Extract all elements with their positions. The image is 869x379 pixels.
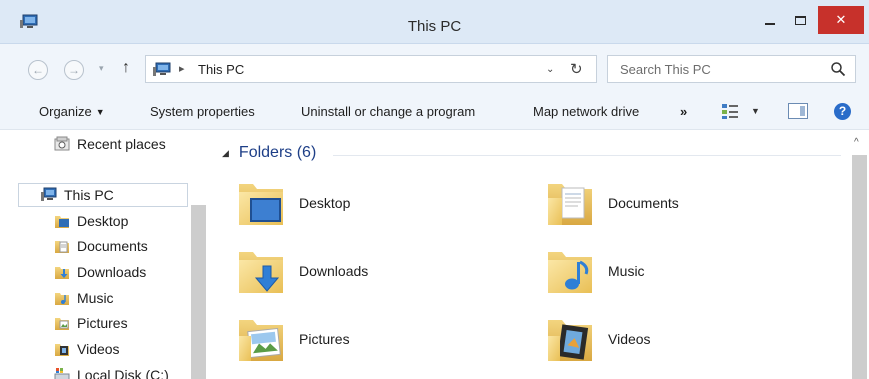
group-divider	[333, 155, 841, 156]
sidebar-item-music[interactable]: Music	[54, 286, 114, 310]
forward-arrow-icon: →	[68, 63, 80, 77]
content-pane: ◢ Folders (6) Desktop Documents Download…	[210, 131, 850, 379]
sidebar-item-this-pc[interactable]: This PC	[18, 183, 188, 207]
search-box[interactable]: Search This PC	[607, 55, 856, 83]
group-title: Folders (6)	[238, 144, 317, 161]
system-properties-button[interactable]: System properties	[150, 104, 255, 119]
sidebar-item-local-disk[interactable]: Local Disk (C:)	[54, 363, 169, 379]
forward-button[interactable]: →	[64, 60, 84, 80]
sidebar-item-recent-places[interactable]: Recent places	[54, 132, 166, 156]
local-disk-icon	[54, 368, 70, 379]
sidebar-item-label: Documents	[77, 238, 148, 254]
sidebar-item-label: Pictures	[77, 315, 128, 331]
close-button[interactable]: ✕	[818, 6, 864, 34]
address-row: ← → ▾ ↑ ▸ This PC ⌄ ↻ Search This PC	[0, 44, 869, 94]
up-button[interactable]: ↑	[122, 59, 130, 77]
map-network-drive-button[interactable]: Map network drive	[533, 104, 639, 119]
command-bar: Organize ▼ System properties Uninstall or…	[0, 94, 869, 130]
downloads-folder-icon	[239, 252, 283, 293]
recent-locations-dropdown[interactable]: ▾	[99, 63, 104, 74]
recent-places-icon	[54, 136, 70, 151]
organize-label: Organize	[39, 104, 92, 119]
search-icon[interactable]	[830, 61, 846, 77]
folder-label: Videos	[608, 331, 651, 347]
folder-item-pictures[interactable]: Pictures	[237, 314, 350, 364]
documents-folder-icon	[548, 184, 592, 225]
sidebar-item-label: Local Disk (C:)	[77, 367, 169, 379]
sidebar-item-documents[interactable]: Documents	[54, 234, 148, 258]
caret-down-icon: ▼	[95, 107, 105, 117]
change-view-icon[interactable]	[721, 102, 739, 120]
back-arrow-icon: ←	[32, 63, 44, 77]
folder-label: Documents	[608, 195, 679, 211]
videos-icon	[55, 344, 69, 356]
minimize-icon	[765, 23, 775, 25]
content-scrollbar[interactable]: ^	[850, 131, 869, 379]
uninstall-program-button[interactable]: Uninstall or change a program	[301, 104, 475, 119]
folder-label: Downloads	[299, 263, 369, 279]
folder-item-desktop[interactable]: Desktop	[237, 178, 350, 228]
maximize-icon	[794, 15, 806, 25]
back-button[interactable]: ←	[28, 60, 48, 80]
address-bar[interactable]: ▸ This PC ⌄ ↻	[145, 55, 597, 83]
this-pc-icon	[41, 187, 57, 201]
sidebar-item-label: Recent places	[77, 136, 166, 152]
window-title: This PC	[407, 18, 462, 35]
pictures-folder-icon	[239, 320, 283, 361]
search-input[interactable]: Search This PC	[620, 62, 711, 77]
folder-item-downloads[interactable]: Downloads	[237, 246, 368, 296]
navigation-scrollbar[interactable]	[189, 131, 208, 379]
help-icon[interactable]: ?	[834, 103, 851, 120]
content-scroll-up-button[interactable]: ^	[854, 137, 859, 148]
close-icon: ✕	[835, 12, 847, 27]
videos-folder-icon	[548, 320, 592, 361]
minimize-button[interactable]	[758, 8, 782, 32]
desktop-icon	[55, 216, 69, 228]
music-folder-icon	[548, 252, 592, 293]
pictures-icon	[55, 318, 69, 330]
breadcrumb-separator-icon[interactable]: ▸	[179, 62, 185, 75]
folder-label: Music	[608, 263, 645, 279]
folder-item-videos[interactable]: Videos	[546, 314, 651, 364]
downloads-icon	[55, 267, 69, 279]
sidebar-item-desktop[interactable]: Desktop	[54, 209, 128, 233]
breadcrumb-this-pc[interactable]: This PC	[198, 62, 244, 77]
sidebar-item-downloads[interactable]: Downloads	[54, 260, 146, 284]
folder-label: Pictures	[299, 331, 350, 347]
documents-icon	[55, 241, 69, 253]
maximize-button[interactable]	[788, 8, 812, 32]
sidebar-item-label: Videos	[77, 341, 120, 357]
desktop-folder-icon	[239, 184, 283, 225]
content-scroll-thumb[interactable]	[852, 155, 867, 379]
sidebar-item-label: Desktop	[77, 213, 129, 229]
view-dropdown-icon[interactable]: ▼	[751, 106, 760, 116]
title-bar: This PC ✕	[0, 0, 869, 44]
sidebar-item-label: This PC	[64, 187, 114, 203]
folders-group-header[interactable]: ◢ Folders (6)	[222, 144, 316, 162]
folder-item-documents[interactable]: Documents	[546, 178, 679, 228]
preview-pane-icon[interactable]	[788, 103, 808, 119]
folder-label: Desktop	[299, 195, 351, 211]
address-dropdown-icon[interactable]: ⌄	[546, 64, 554, 75]
this-pc-icon	[153, 62, 171, 76]
music-icon	[55, 293, 69, 305]
sidebar-item-label: Downloads	[77, 264, 147, 280]
collapse-triangle-icon[interactable]: ◢	[222, 148, 229, 159]
organize-button[interactable]: Organize ▼	[39, 104, 105, 119]
sidebar-item-label: Music	[77, 290, 114, 306]
sidebar-item-pictures[interactable]: Pictures	[54, 311, 128, 335]
more-commands-button[interactable]: »	[680, 104, 687, 119]
sidebar-item-videos[interactable]: Videos	[54, 337, 120, 361]
navigation-pane: Recent places ^ This PC Desktop Document…	[0, 131, 208, 379]
folder-item-music[interactable]: Music	[546, 246, 645, 296]
refresh-button[interactable]: ↻	[570, 60, 583, 78]
navigation-scroll-thumb[interactable]	[191, 205, 206, 379]
